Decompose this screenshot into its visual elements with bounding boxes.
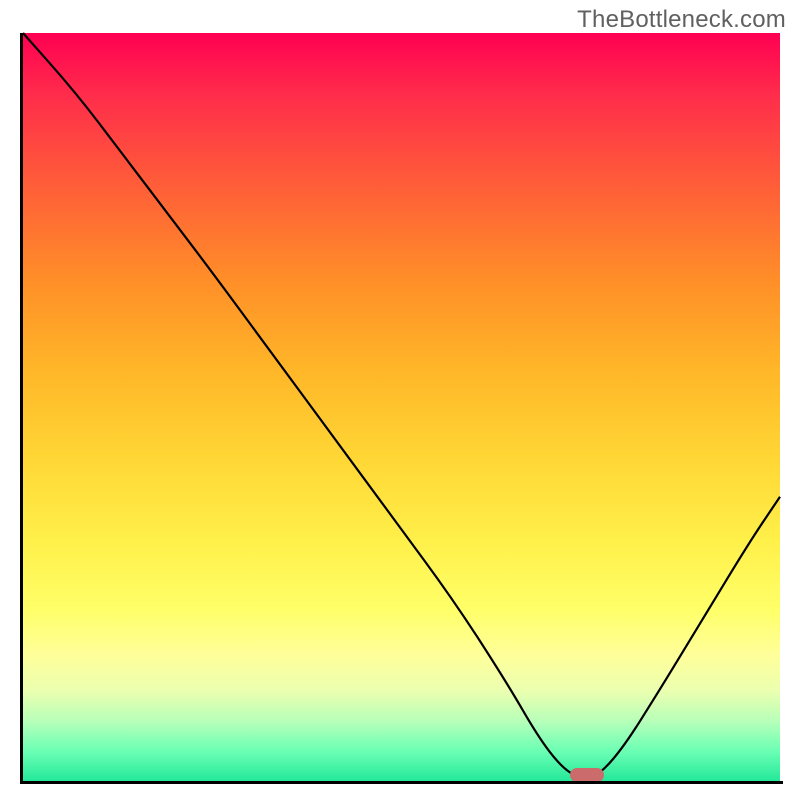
bottleneck-chart: TheBottleneck.com [0,0,800,800]
minimum-marker [570,768,604,782]
axis-left [20,33,23,784]
bottleneck-curve [23,33,780,781]
axis-bottom [20,781,783,784]
attribution-label: TheBottleneck.com [577,6,786,34]
